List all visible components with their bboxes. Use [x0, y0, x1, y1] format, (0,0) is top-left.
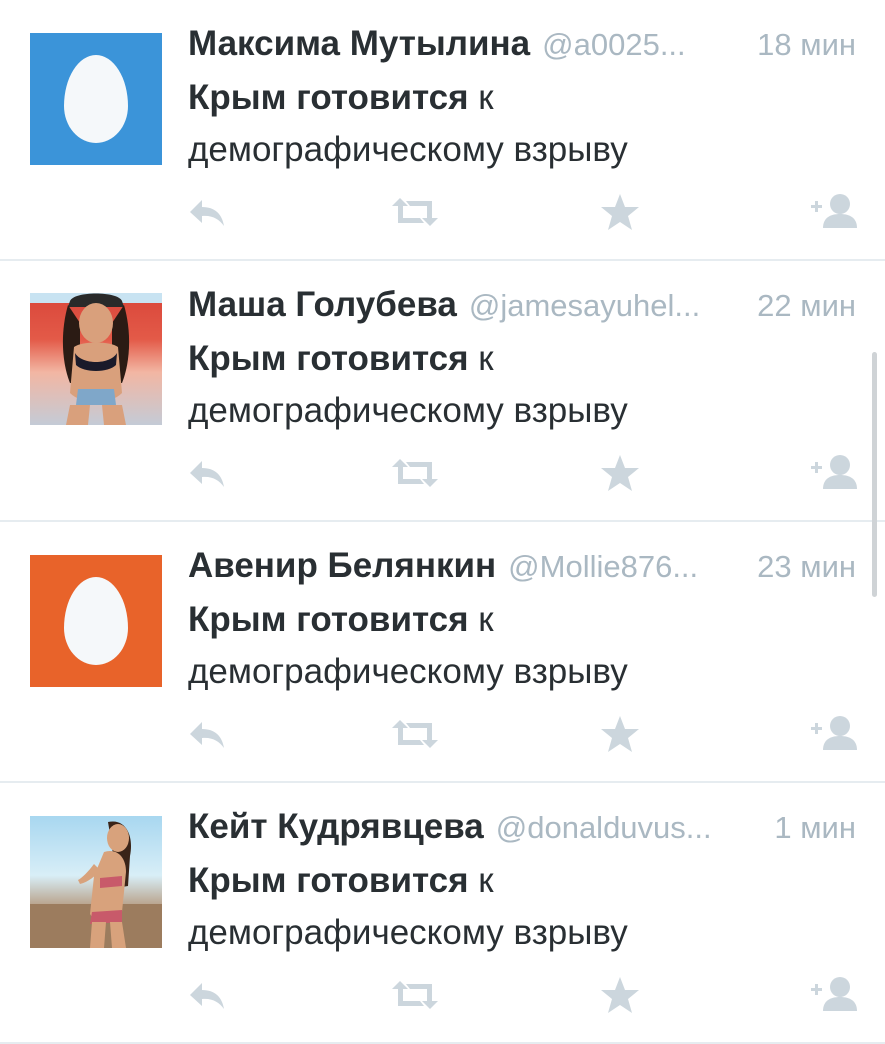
user-handle[interactable]: @Mollie876...: [508, 549, 733, 585]
follow-icon[interactable]: [806, 712, 858, 756]
tweet-header: Авенир Белянкин @Mollie876... 23 мин: [188, 546, 856, 590]
favorite-icon[interactable]: [600, 451, 652, 495]
timestamp[interactable]: 23 мин: [757, 549, 856, 585]
tweet-actions: [0, 973, 885, 1017]
egg-icon: [64, 577, 128, 665]
tweet-header: Максима Мутылина @a0025... 18 мин: [188, 24, 856, 68]
tweet-text-bold: Крым готовится: [188, 600, 469, 639]
favorite-icon[interactable]: [600, 190, 652, 234]
scrollbar[interactable]: [872, 352, 877, 597]
user-handle[interactable]: @donalduvus...: [496, 810, 751, 846]
avatar[interactable]: [30, 555, 162, 687]
tweet-text-bold: Крым готовится: [188, 861, 469, 900]
reply-icon[interactable]: [186, 451, 238, 495]
tweet-text-bold: Крым готовится: [188, 339, 469, 378]
follow-icon[interactable]: [806, 973, 858, 1017]
tweet-actions: [0, 451, 885, 495]
favorite-icon[interactable]: [600, 712, 652, 756]
avatar-photo: [30, 821, 162, 948]
user-name[interactable]: Кейт Кудрявцева: [188, 807, 484, 847]
tweet[interactable]: Авенир Белянкин @Mollie876... 23 мин Кры…: [0, 522, 885, 783]
timestamp[interactable]: 18 мин: [757, 27, 856, 63]
tweet-actions: [0, 712, 885, 756]
retweet-icon[interactable]: [390, 973, 442, 1017]
avatar-photo: [30, 293, 162, 425]
tweet-header: Кейт Кудрявцева @donalduvus... 1 мин: [188, 807, 856, 851]
tweet[interactable]: Маша Голубева @jamesayuhel... 22 мин Кры…: [0, 261, 885, 522]
user-name[interactable]: Маша Голубева: [188, 285, 457, 325]
retweet-icon[interactable]: [390, 712, 442, 756]
tweet[interactable]: Максима Мутылина @a0025... 18 мин Крым г…: [0, 0, 885, 261]
retweet-icon[interactable]: [390, 190, 442, 234]
reply-icon[interactable]: [186, 190, 238, 234]
avatar[interactable]: [30, 816, 162, 948]
tweet-text: Крым готовится к демографическому взрыву: [188, 855, 808, 959]
tweet[interactable]: Кейт Кудрявцева @donalduvus... 1 мин Кры…: [0, 783, 885, 1044]
tweet-text: Крым готовится к демографическому взрыву: [188, 594, 808, 698]
avatar[interactable]: [30, 293, 162, 425]
tweet-actions: [0, 190, 885, 234]
timestamp[interactable]: 1 мин: [774, 810, 856, 846]
retweet-icon[interactable]: [390, 451, 442, 495]
user-name[interactable]: Максима Мутылина: [188, 24, 530, 64]
tweet-text-bold: Крым готовится: [188, 78, 469, 117]
favorite-icon[interactable]: [600, 973, 652, 1017]
egg-icon: [64, 55, 128, 143]
user-handle[interactable]: @a0025...: [542, 27, 733, 63]
reply-icon[interactable]: [186, 712, 238, 756]
timestamp[interactable]: 22 мин: [757, 288, 856, 324]
avatar[interactable]: [30, 33, 162, 165]
user-name[interactable]: Авенир Белянкин: [188, 546, 496, 586]
user-handle[interactable]: @jamesayuhel...: [469, 288, 733, 324]
tweet-header: Маша Голубева @jamesayuhel... 22 мин: [188, 285, 856, 329]
tweet-text: Крым готовится к демографическому взрыву: [188, 333, 808, 437]
follow-icon[interactable]: [806, 190, 858, 234]
follow-icon[interactable]: [806, 451, 858, 495]
reply-icon[interactable]: [186, 973, 238, 1017]
tweet-text: Крым готовится к демографическому взрыву: [188, 72, 808, 176]
